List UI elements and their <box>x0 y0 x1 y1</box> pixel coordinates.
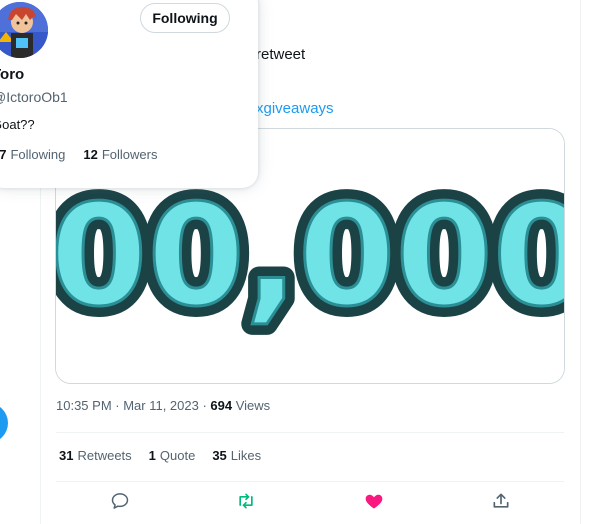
tweet-meta: 10:35 PM · Mar 11, 2023 · 694 Views <box>56 398 270 413</box>
timeline-right-border <box>580 0 581 524</box>
divider <box>56 432 564 433</box>
reply-button[interactable] <box>108 489 132 513</box>
views-count: 694 <box>210 398 233 413</box>
views-label: Views <box>235 398 271 413</box>
tweet-text-line: retweet <box>256 46 306 63</box>
share-button[interactable] <box>489 489 513 513</box>
tweet-action-bar <box>56 489 564 513</box>
tweet-timestamp[interactable]: 10:35 PM · Mar 11, 2023 · <box>56 398 207 413</box>
profile-stats: 27Following 12Followers <box>0 147 157 162</box>
retweet-button[interactable] <box>234 489 258 513</box>
likes-stat[interactable]: 35 Likes <box>212 448 261 463</box>
tweet-hashtag-link[interactable]: xgiveaways <box>256 99 334 119</box>
divider <box>56 481 564 482</box>
following-stat[interactable]: 27Following <box>0 147 65 162</box>
quotes-stat[interactable]: 1 Quote <box>149 448 196 463</box>
retweet-icon <box>239 493 253 509</box>
profile-handle[interactable]: @IctoroOb1 <box>0 89 68 105</box>
retweets-stat[interactable]: 31 Retweets <box>59 448 132 463</box>
profile-hover-card: Following Toro @IctoroOb1 Goat?? 27Follo… <box>0 0 258 188</box>
following-button[interactable]: Following <box>140 3 230 33</box>
like-icon <box>365 494 383 509</box>
avatar-image <box>0 2 48 58</box>
media-digits-fill: 00,000,0 <box>56 175 564 338</box>
profile-name[interactable]: Toro <box>0 66 24 83</box>
profile-bio: Goat?? <box>0 117 35 132</box>
reply-icon <box>111 493 129 509</box>
tweet-stats: 31 Retweets 1 Quote 35 Likes <box>59 448 261 463</box>
avatar[interactable] <box>0 2 48 58</box>
followers-stat[interactable]: 12 Followers <box>83 147 157 162</box>
share-icon <box>493 493 509 508</box>
like-button[interactable] <box>362 489 386 513</box>
compose-button-edge[interactable] <box>0 403 8 443</box>
